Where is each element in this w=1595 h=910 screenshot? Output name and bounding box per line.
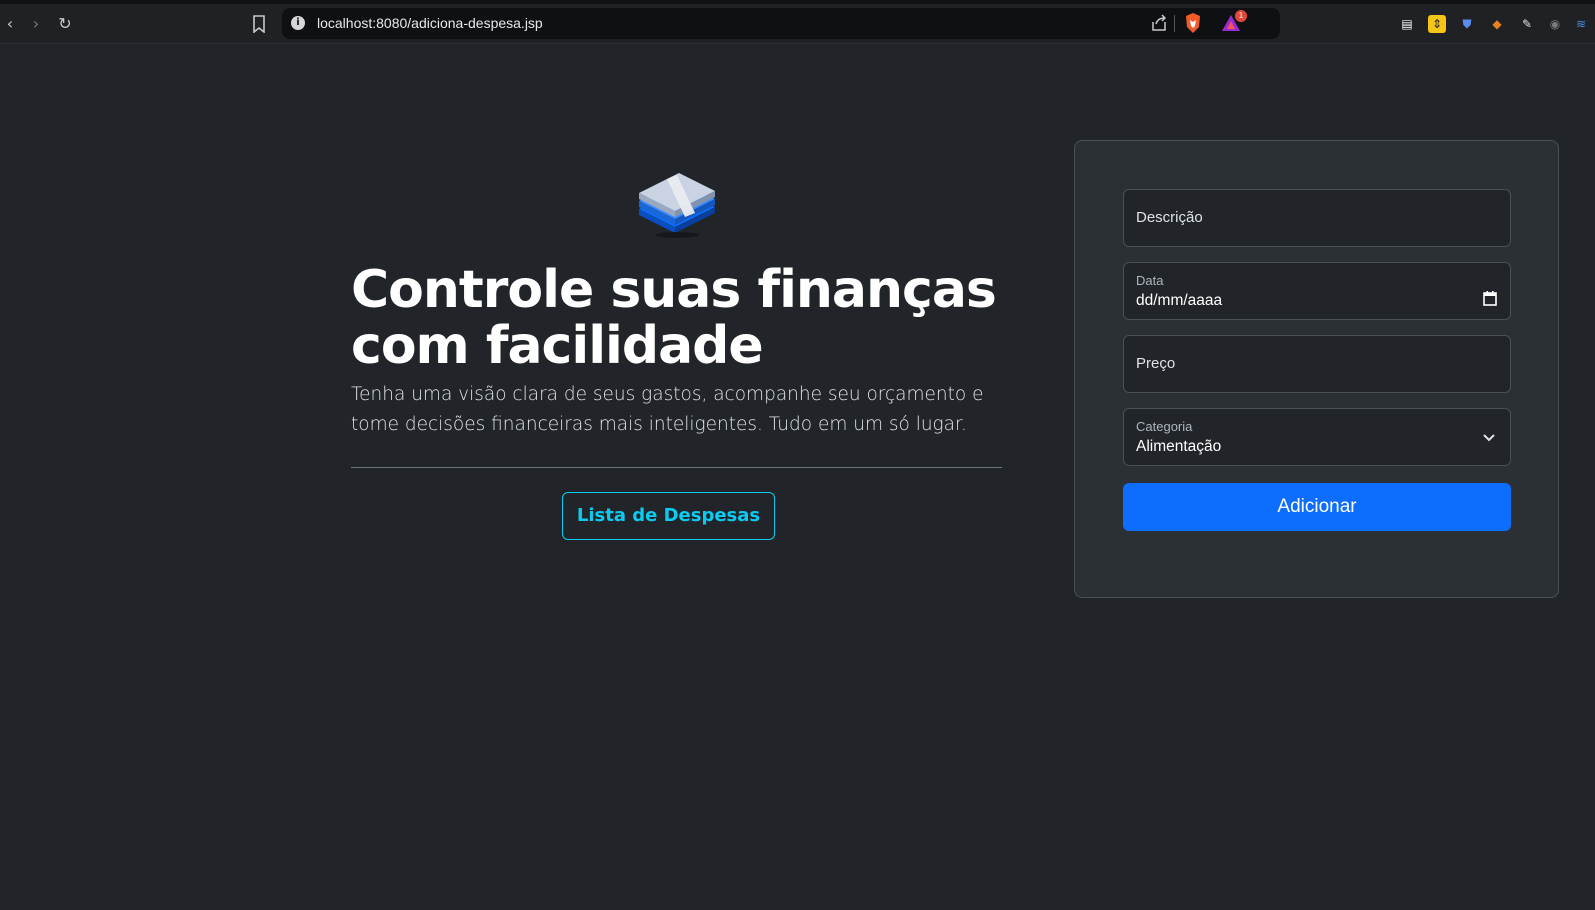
money-stack-icon — [639, 173, 715, 238]
address-bar[interactable]: i localhost:8080/adiciona-despesa.jsp 1 — [282, 8, 1280, 39]
divider — [351, 467, 1002, 468]
eyedropper-extension-icon[interactable]: ✎ — [1518, 15, 1536, 33]
bitwarden-extension-icon[interactable]: ⛊ — [1458, 15, 1476, 33]
arrows-extension-icon[interactable]: ⇕ — [1428, 15, 1446, 33]
back-icon[interactable]: ‹ — [0, 14, 20, 34]
wave-extension-icon[interactable]: ≋ — [1572, 15, 1590, 33]
brave-shield-icon[interactable] — [1183, 12, 1203, 34]
price-placeholder: Preço — [1136, 355, 1176, 372]
reload-icon[interactable]: ↻ — [55, 14, 75, 34]
price-input[interactable]: Preço — [1123, 335, 1511, 393]
bookmark-icon[interactable] — [252, 15, 266, 33]
category-label: Categoria — [1136, 419, 1193, 434]
browser-toolbar: ‹ › ↻ i localhost:8080/adiciona-despesa.… — [0, 0, 1595, 44]
calendar-icon[interactable] — [1483, 291, 1497, 306]
address-bar-divider — [1174, 15, 1175, 32]
category-value: Alimentação — [1136, 438, 1222, 455]
add-button[interactable]: Adicionar — [1123, 483, 1511, 531]
printer-extension-icon[interactable]: ▤ — [1398, 15, 1416, 33]
url-text[interactable]: localhost:8080/adiciona-despesa.jsp — [317, 15, 543, 31]
page-body: Controle suas finanças com facilidade Te… — [0, 44, 1595, 910]
expense-list-button[interactable]: Lista de Despesas — [562, 492, 775, 540]
notification-badge: 1 — [1235, 10, 1247, 22]
chevron-down-icon — [1483, 434, 1495, 442]
hero-subtitle: Tenha uma visão clara de seus gastos, ac… — [351, 384, 984, 435]
forward-icon[interactable]: › — [26, 14, 46, 34]
date-value: dd/mm/aaaa — [1136, 292, 1223, 309]
hero-title: Controle suas finanças com facilidade — [351, 260, 997, 376]
site-info-icon[interactable]: i — [291, 16, 305, 30]
share-icon[interactable] — [1149, 13, 1169, 33]
date-input[interactable]: Data dd/mm/aaaa — [1123, 262, 1511, 320]
date-label: Data — [1136, 273, 1164, 288]
description-placeholder: Descrição — [1136, 209, 1203, 226]
metamask-extension-icon[interactable]: ◆ — [1488, 15, 1506, 33]
add-expense-card: Descrição Data dd/mm/aaaa Preço Categori… — [1074, 140, 1559, 598]
description-input[interactable]: Descrição — [1123, 189, 1511, 247]
category-select[interactable]: Categoria Alimentação — [1123, 408, 1511, 466]
radio-extension-icon[interactable]: ◉ — [1546, 15, 1564, 33]
